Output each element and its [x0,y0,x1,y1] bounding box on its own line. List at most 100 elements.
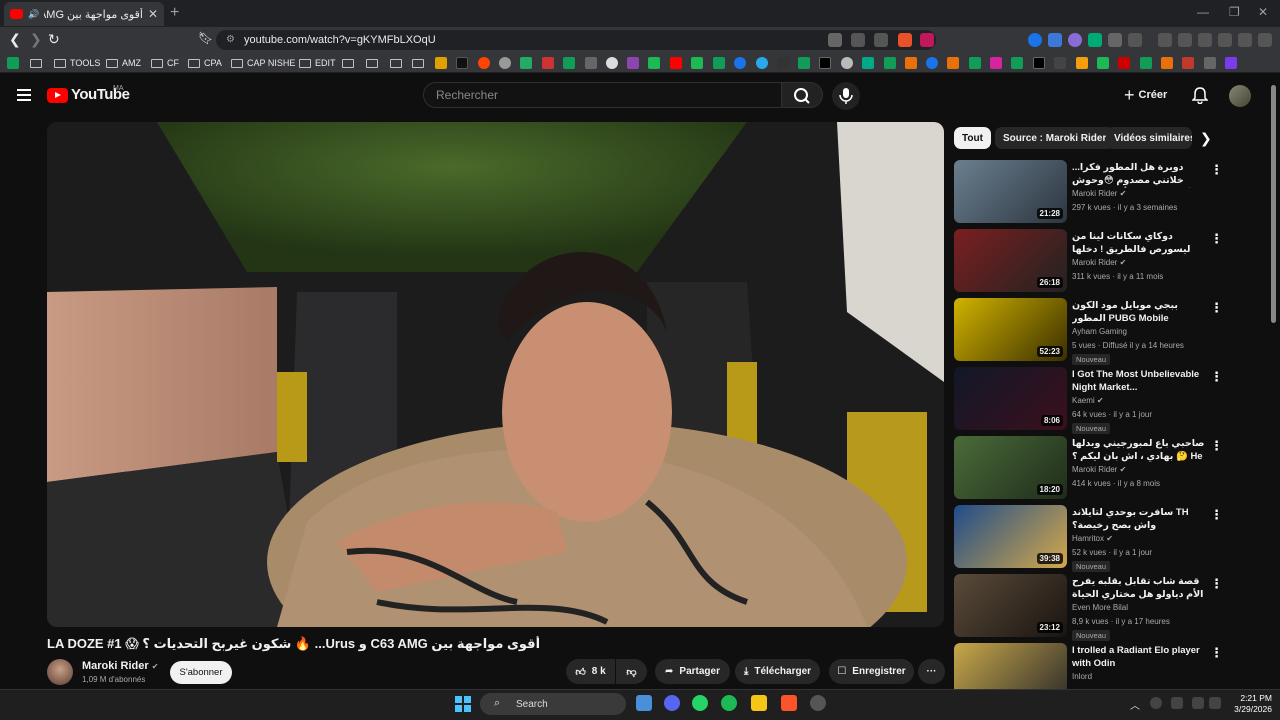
site-info-icon[interactable]: ⚙ [226,34,236,46]
brave-browser-icon[interactable] [781,695,797,711]
bookmark-site-icon[interactable] [520,57,532,69]
more-vertical-icon[interactable]: ⋮ [1210,369,1223,385]
bookmark-sheets-icon[interactable] [7,57,19,69]
chip-similar[interactable]: Vidéos similaires [1106,127,1192,149]
spotify-icon[interactable] [721,695,737,711]
recommendation-channel[interactable]: Kaemi ✔ [1072,396,1104,405]
recommendation-thumbnail[interactable]: 21:28 [954,160,1067,223]
bookmark-site-icon[interactable] [1097,57,1109,69]
bookmark-site-icon[interactable] [606,57,618,69]
bookmark-site-icon[interactable] [1182,57,1194,69]
bookmark-folder-amz[interactable]: AMZ [106,56,141,70]
recommendation-channel[interactable]: Maroki Rider ✔ [1072,465,1126,474]
channel-avatar[interactable] [47,659,73,685]
bookmark-sheets-icon[interactable] [1011,57,1023,69]
bookmark-folder[interactable] [366,56,378,70]
search-input[interactable]: Rechercher [423,82,782,108]
scrollbar[interactable] [1271,85,1276,323]
bookmark-site-icon[interactable] [862,57,874,69]
chip-all[interactable]: Tout [954,127,991,149]
tray-mic-icon[interactable] [1171,697,1183,709]
more-vertical-icon[interactable]: ⋮ [1210,300,1223,316]
bookmark-site-icon[interactable] [1054,57,1066,69]
file-explorer-icon[interactable] [751,695,767,711]
bookmark-site-icon[interactable] [585,57,597,69]
bookmark-site-icon[interactable] [499,57,511,69]
more-vertical-icon[interactable]: ⋮ [1210,162,1223,178]
taskbar-search[interactable]: ⌕ Search [480,693,626,715]
tray-chevron-icon[interactable]: ︿ [1130,697,1140,712]
notifications-bell-icon[interactable] [1191,87,1209,109]
bookmark-site-icon[interactable] [947,57,959,69]
sidebar-icon[interactable] [1178,33,1192,47]
share-icon[interactable] [874,33,888,47]
recommendation-item[interactable]: 21:28 دوبرة هل المطور فكرا... خلاتني مصد… [954,160,1264,228]
recommendation-title[interactable]: I trolled a Radiant Elo player with Odin [1072,644,1206,670]
app-icon[interactable] [810,695,826,711]
like-button[interactable]: 👍︎ 8 k [566,659,615,684]
bookmark-site-icon[interactable] [905,57,917,69]
whatsapp-icon[interactable] [692,695,708,711]
save-button[interactable]: ☐ Enregistrer [829,659,914,684]
bookmark-site-icon[interactable] [777,57,789,69]
extension-blue-icon[interactable] [1028,33,1042,47]
recommendation-title[interactable]: دوبرة هل المطور فكرا... خلاتني مصدوم 😳وح… [1072,161,1206,188]
extension-green-icon[interactable] [1088,33,1102,47]
windows-start-icon[interactable] [455,696,471,712]
hamburger-menu-icon[interactable] [17,89,31,101]
recommendation-channel[interactable]: Inlord [1072,672,1092,681]
dislike-button[interactable]: 👎︎ [616,659,647,684]
bookmark-site-icon[interactable] [435,57,447,69]
video-player[interactable] [47,122,944,627]
reload-icon[interactable]: ↻ [48,31,60,48]
recommendation-item[interactable]: 26:18 دوكاي سكانات لينا من ليسورص فالطري… [954,229,1264,297]
bookmark-folder-cap-nishe[interactable]: CAP NISHE [231,56,295,70]
bookmark-instagram-icon[interactable] [990,57,1002,69]
account-avatar[interactable] [1229,85,1251,107]
wallet-icon[interactable] [1198,33,1212,47]
bookmark-site-icon[interactable] [926,57,938,69]
bookmark-folder[interactable] [390,56,402,70]
more-vertical-icon[interactable]: ⋮ [1210,438,1223,454]
bookmark-site-icon[interactable] [1204,57,1216,69]
bookmark-site-icon[interactable] [1076,57,1088,69]
bookmark-folder-cpa[interactable]: CPA [188,56,222,70]
bookmark-sheets-icon[interactable] [969,57,981,69]
window-close-icon[interactable]: ✕ [1258,5,1268,19]
recommendation-item[interactable]: 23:12 قصة شاب تقابل بقلبه يفرح الأم دياو… [954,574,1264,642]
notepad-icon[interactable] [636,695,652,711]
more-vertical-icon[interactable]: ⋮ [1210,645,1223,661]
taskbar-clock[interactable]: 2:21 PM 3/29/2026 [1222,693,1272,715]
recommendation-channel[interactable]: Maroki Rider ✔ [1072,189,1126,198]
bookmark-sheets-icon[interactable] [884,57,896,69]
recommendation-item[interactable]: 18:20 صاحبي باع لمبورجيني وبدلها بهادي ،… [954,436,1264,504]
bookmark-folder[interactable] [342,56,354,70]
media-icon[interactable] [1158,33,1172,47]
bookmark-site-icon[interactable] [1225,57,1237,69]
vpn-icon[interactable] [1238,33,1252,47]
recommendation-thumbnail[interactable]: 23:12 [954,574,1067,637]
discord-icon[interactable] [664,695,680,711]
youtube-logo-icon[interactable] [47,88,68,103]
tray-volume-icon[interactable] [1209,697,1221,709]
bookmark-reddit-icon[interactable] [478,57,490,69]
recommendation-title[interactable]: سافرت بوحدي لتايلاند TH واش بصح رخيصة؟ [1072,506,1206,532]
bookmark-site-icon[interactable] [627,57,639,69]
bookmark-site-icon[interactable] [456,57,468,69]
menu-icon[interactable] [1258,33,1272,47]
recommendation-channel[interactable]: Hamritox ✔ [1072,534,1113,543]
bookmark-site-icon[interactable] [841,57,853,69]
bookmark-folder[interactable] [412,56,424,70]
recommendation-title[interactable]: قصة شاب تقابل بقلبه يفرح الأم دياولو هل … [1072,575,1206,602]
recommendation-thumbnail[interactable]: 26:18 [954,229,1067,292]
extensions-puzzle-icon[interactable] [1108,33,1122,47]
bookmark-sheets-icon[interactable] [798,57,810,69]
recommendation-thumbnail[interactable]: 18:20 [954,436,1067,499]
forward-icon[interactable]: ❯ [30,31,42,48]
bookmark-site-icon[interactable] [1161,57,1173,69]
channel-name[interactable]: Maroki Rider ✔ [82,660,158,672]
more-vertical-icon[interactable]: ⋮ [1210,507,1223,523]
extension-audio-icon[interactable] [1048,33,1062,47]
recommendation-thumbnail[interactable]: 52:23 [954,298,1067,361]
recommendation-channel[interactable]: Ayham Gaming [1072,327,1127,336]
